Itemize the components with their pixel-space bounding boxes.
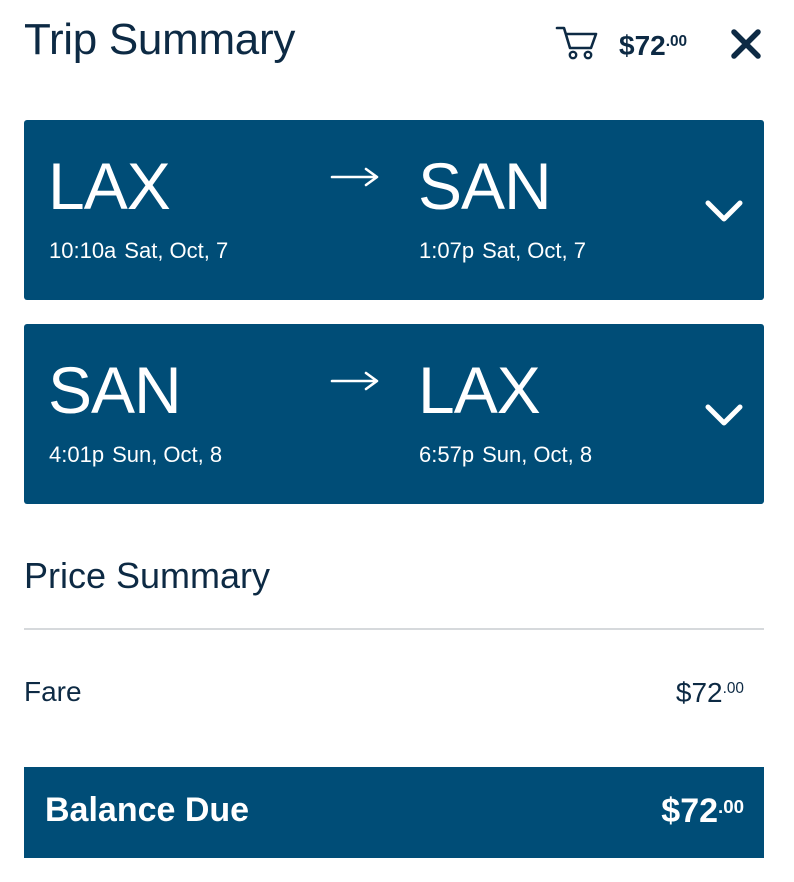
close-icon[interactable] (729, 27, 763, 61)
cart-total-cents: .00 (665, 33, 688, 51)
fare-label: Fare (24, 676, 82, 707)
balance-dollars: $72 (661, 792, 719, 830)
origin-airport-code: LAX (48, 149, 171, 223)
chevron-down-icon[interactable] (704, 198, 744, 224)
cart-total[interactable]: $72.00 (619, 30, 687, 62)
arrival-time: 1:07p (419, 238, 475, 263)
fare-amount: $72.00 (676, 677, 744, 709)
arrival-date: Sat, Oct, 7 (482, 238, 586, 263)
trip-summary-panel: Trip Summary $72.00 LAX SAN 10:10a Sat, O… (0, 0, 794, 882)
arrival-time: 6:57p (419, 442, 475, 467)
arrival-date: Sun, Oct, 8 (482, 442, 593, 467)
balance-due-bar: Balance Due $72.00 (24, 767, 764, 858)
destination-airport-code: LAX (418, 353, 541, 427)
departure-date: Sat, Oct, 7 (124, 238, 229, 263)
origin-airport-code: SAN (48, 353, 182, 427)
header: Trip Summary $72.00 (24, 0, 764, 90)
arrow-right-icon (330, 167, 379, 187)
balance-cents: .00 (718, 795, 744, 817)
arrival-info: 1:07p Sat, Oct, 7 (419, 238, 586, 264)
arrow-right-icon (330, 371, 379, 391)
fare-dollars: $72 (675, 677, 723, 708)
flight-card-return[interactable]: SAN LAX 4:01p Sun, Oct, 8 6:57p Sun, Oct, … (24, 324, 764, 504)
departure-info: 10:10a Sat, Oct, 7 (49, 238, 228, 264)
divider (24, 628, 764, 630)
fare-cents: .00 (722, 680, 744, 698)
departure-time: 4:01p (49, 442, 105, 467)
departure-info: 4:01p Sun, Oct, 8 (49, 442, 222, 468)
departure-date: Sun, Oct, 8 (112, 442, 223, 467)
balance-due-amount: $72.00 (661, 792, 744, 831)
flight-card-outbound[interactable]: LAX SAN 10:10a Sat, Oct, 7 1:07p Sat, Oct,… (24, 120, 764, 300)
arrival-info: 6:57p Sun, Oct, 8 (419, 442, 592, 468)
chevron-down-icon[interactable] (704, 402, 744, 428)
cart-total-dollars: $72 (619, 30, 666, 61)
price-summary-title: Price Summary (24, 555, 271, 596)
page-title: Trip Summary (24, 15, 296, 64)
cart-icon[interactable] (555, 24, 599, 62)
departure-time: 10:10a (49, 238, 117, 263)
balance-due-label: Balance Due (45, 791, 250, 829)
destination-airport-code: SAN (418, 149, 552, 223)
